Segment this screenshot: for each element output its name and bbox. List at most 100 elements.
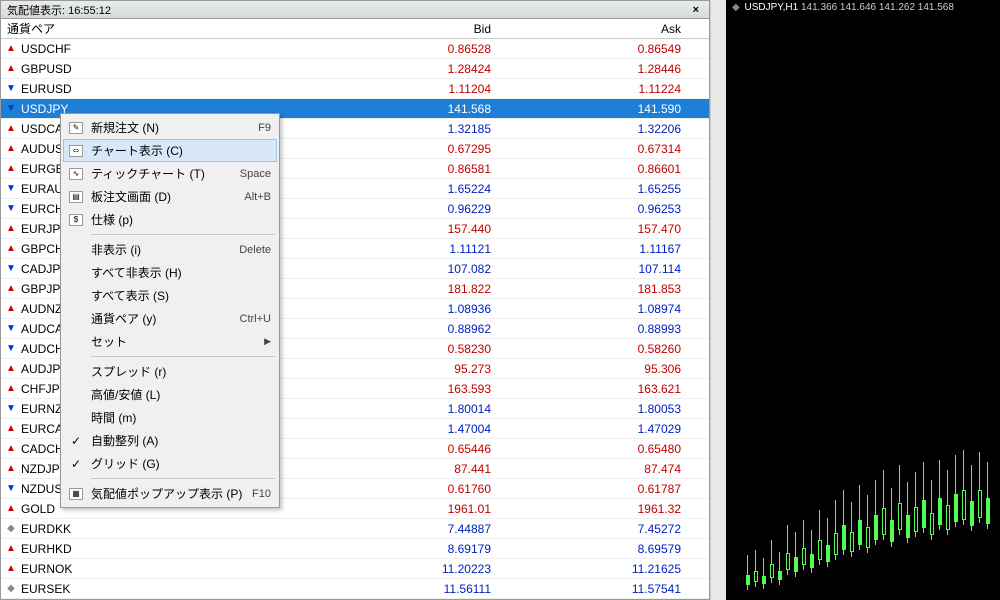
symbol-name: EURDKK bbox=[21, 522, 71, 536]
bid-price: 1.65224 bbox=[311, 182, 501, 196]
symbol-name: EURUSD bbox=[21, 82, 72, 96]
submenu-arrow-icon: ▶ bbox=[260, 336, 271, 347]
menu-item[interactable]: ∿ティックチャート (T)Space bbox=[63, 162, 277, 185]
close-icon[interactable]: × bbox=[689, 4, 703, 16]
menu-item[interactable]: ✓自動整列 (A) bbox=[63, 429, 277, 452]
ask-price: 0.96253 bbox=[501, 202, 691, 216]
menu-item[interactable]: 非表示 (i)Delete bbox=[63, 238, 277, 261]
table-row[interactable]: ▲EURNOK11.2022311.21625 bbox=[1, 559, 709, 579]
arrow-down-icon: ▼ bbox=[5, 203, 17, 215]
table-row[interactable]: ◆EURDKK7.448877.45272 bbox=[1, 519, 709, 539]
ask-price: 1.08974 bbox=[501, 302, 691, 316]
menu-item[interactable]: すべて非表示 (H) bbox=[63, 261, 277, 284]
menu-item[interactable]: 高値/安値 (L) bbox=[63, 383, 277, 406]
chart-panel[interactable]: ◆ USDJPY,H1 141.366 141.646 141.262 141.… bbox=[726, 0, 1000, 600]
table-row[interactable]: ◆EURSEK11.5611111.57541 bbox=[1, 579, 709, 599]
table-row[interactable]: ▲GBPUSD1.284241.28446 bbox=[1, 59, 709, 79]
menu-item[interactable]: ▦気配値ポップアップ表示 (P)F10 bbox=[63, 482, 277, 505]
bid-price: 8.69179 bbox=[311, 542, 501, 556]
menu-item[interactable]: スプレッド (r) bbox=[63, 360, 277, 383]
context-menu: ✎新規注文 (N)F9⬄チャート表示 (C)∿ティックチャート (T)Space… bbox=[60, 113, 280, 508]
arrow-down-icon: ▼ bbox=[5, 323, 17, 335]
menu-item[interactable]: ✎新規注文 (N)F9 bbox=[63, 116, 277, 139]
table-row[interactable]: ▲EURHKD8.691798.69579 bbox=[1, 539, 709, 559]
menu-item[interactable]: すべて表示 (S) bbox=[63, 284, 277, 307]
bid-price: 1.08936 bbox=[311, 302, 501, 316]
arrow-up-icon: ▲ bbox=[5, 43, 17, 55]
bid-price: 157.440 bbox=[311, 222, 501, 236]
menu-item-label: スプレッド (r) bbox=[87, 363, 271, 380]
arrow-up-icon: ▲ bbox=[5, 543, 17, 555]
menu-item-label: 板注文画面 (D) bbox=[87, 188, 238, 205]
ask-price: 0.58260 bbox=[501, 342, 691, 356]
bid-price: 107.082 bbox=[311, 262, 501, 276]
column-symbol[interactable]: 通貨ペア bbox=[1, 20, 311, 37]
bid-price: 11.56111 bbox=[311, 582, 501, 596]
blank-icon bbox=[65, 264, 87, 282]
bid-price: 1.32185 bbox=[311, 122, 501, 136]
ask-price: 8.69579 bbox=[501, 542, 691, 556]
depth-icon: ▤ bbox=[65, 188, 87, 206]
arrow-up-icon: ▲ bbox=[5, 303, 17, 315]
ask-price: 0.61787 bbox=[501, 482, 691, 496]
popup-icon: ▦ bbox=[65, 485, 87, 503]
table-row[interactable]: ▼EURUSD1.112041.11224 bbox=[1, 79, 709, 99]
chart-icon: ⬄ bbox=[65, 142, 87, 160]
market-watch-header: 通貨ペア Bid Ask bbox=[1, 19, 709, 39]
chart-candles bbox=[736, 450, 990, 590]
check-icon: ✓ bbox=[65, 434, 87, 448]
vertical-scrollbar[interactable] bbox=[710, 0, 726, 600]
ask-price: 0.65480 bbox=[501, 442, 691, 456]
menu-item[interactable]: ⬄チャート表示 (C) bbox=[63, 139, 277, 162]
ask-price: 0.67314 bbox=[501, 142, 691, 156]
bid-price: 0.86581 bbox=[311, 162, 501, 176]
ask-price: 1.11167 bbox=[501, 242, 691, 256]
blank-icon bbox=[65, 287, 87, 305]
blank-icon bbox=[65, 386, 87, 404]
bid-price: 0.58230 bbox=[311, 342, 501, 356]
menu-separator bbox=[91, 356, 275, 357]
arrow-up-icon: ▲ bbox=[5, 383, 17, 395]
bid-price: 87.441 bbox=[311, 462, 501, 476]
ask-price: 1.47029 bbox=[501, 422, 691, 436]
menu-shortcut: Delete bbox=[233, 244, 271, 256]
menu-item[interactable]: 時間 (m) bbox=[63, 406, 277, 429]
arrow-down-icon: ▼ bbox=[5, 183, 17, 195]
ask-price: 1961.32 bbox=[501, 502, 691, 516]
menu-shortcut: F10 bbox=[246, 488, 271, 500]
menu-item-label: すべて非表示 (H) bbox=[87, 264, 271, 281]
ask-price: 11.21625 bbox=[501, 562, 691, 576]
column-ask[interactable]: Ask bbox=[501, 22, 691, 36]
menu-item[interactable]: $仕様 (p) bbox=[63, 208, 277, 231]
ask-price: 0.86601 bbox=[501, 162, 691, 176]
menu-separator bbox=[91, 478, 275, 479]
menu-item[interactable]: セット▶ bbox=[63, 330, 277, 353]
arrow-down-icon: ▼ bbox=[5, 483, 17, 495]
ask-price: 107.114 bbox=[501, 262, 691, 276]
menu-item-label: 非表示 (i) bbox=[87, 241, 233, 258]
arrow-up-icon: ▲ bbox=[5, 143, 17, 155]
menu-item-label: 気配値ポップアップ表示 (P) bbox=[87, 485, 246, 502]
ask-price: 157.470 bbox=[501, 222, 691, 236]
blank-icon bbox=[65, 241, 87, 259]
spec-icon: $ bbox=[65, 211, 87, 229]
menu-item[interactable]: ▤板注文画面 (D)Alt+B bbox=[63, 185, 277, 208]
arrow-up-icon: ▲ bbox=[5, 423, 17, 435]
bid-price: 0.86528 bbox=[311, 42, 501, 56]
arrow-up-icon: ▲ bbox=[5, 503, 17, 515]
chart-title: ◆ USDJPY,H1 141.366 141.646 141.262 141.… bbox=[732, 2, 954, 13]
menu-item-label: 時間 (m) bbox=[87, 409, 271, 426]
table-row[interactable]: ▲USDCHF0.865280.86549 bbox=[1, 39, 709, 59]
menu-item-label: チャート表示 (C) bbox=[87, 142, 271, 159]
blank-icon bbox=[65, 333, 87, 351]
menu-separator bbox=[91, 234, 275, 235]
ask-price: 1.11224 bbox=[501, 82, 691, 96]
menu-item[interactable]: 通貨ペア (y)Ctrl+U bbox=[63, 307, 277, 330]
bid-price: 1.47004 bbox=[311, 422, 501, 436]
arrow-up-icon: ▲ bbox=[5, 223, 17, 235]
menu-item[interactable]: ✓グリッド (G) bbox=[63, 452, 277, 475]
bid-price: 11.20223 bbox=[311, 562, 501, 576]
arrow-down-icon: ▼ bbox=[5, 343, 17, 355]
menu-item-label: 通貨ペア (y) bbox=[87, 310, 234, 327]
column-bid[interactable]: Bid bbox=[311, 22, 501, 36]
